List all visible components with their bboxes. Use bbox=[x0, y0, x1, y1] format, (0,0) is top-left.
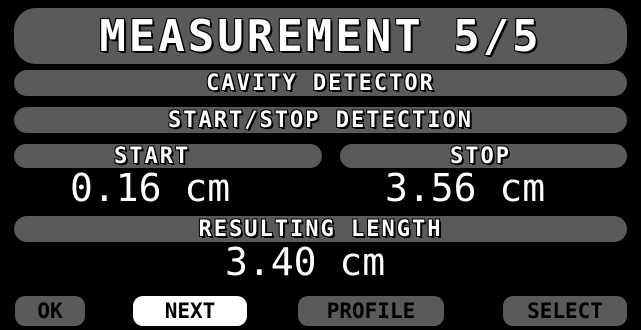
start-value: 0.16 cm bbox=[70, 166, 231, 210]
screen-title-bar: MEASUREMENT 5/5 bbox=[14, 8, 627, 64]
detector-type-bar: CAVITY DETECTOR bbox=[14, 70, 627, 96]
stop-label: STOP bbox=[450, 143, 511, 169]
result-label: RESULTING LENGTH bbox=[198, 216, 443, 242]
select-button-label: SELECT bbox=[527, 299, 603, 323]
select-button[interactable]: SELECT bbox=[503, 296, 627, 326]
next-button-label: NEXT bbox=[164, 299, 216, 323]
start-header-bar: START bbox=[14, 143, 322, 169]
result-header-bar: RESULTING LENGTH bbox=[14, 216, 627, 242]
profile-button-label: PROFILE bbox=[326, 299, 416, 323]
ok-button-label: OK bbox=[37, 299, 63, 323]
stop-header-bar: STOP bbox=[340, 143, 627, 169]
detector-type-label: CAVITY DETECTOR bbox=[206, 70, 435, 96]
result-value: 3.40 cm bbox=[225, 240, 386, 284]
ok-button[interactable]: OK bbox=[15, 296, 85, 326]
next-button[interactable]: NEXT bbox=[133, 296, 247, 326]
detection-mode-bar: START/STOP DETECTION bbox=[14, 107, 627, 133]
screen-title: MEASUREMENT 5/5 bbox=[99, 10, 542, 62]
stop-value: 3.56 cm bbox=[385, 166, 546, 210]
start-label: START bbox=[114, 143, 191, 169]
profile-button[interactable]: PROFILE bbox=[298, 296, 444, 326]
detection-mode-label: START/STOP DETECTION bbox=[168, 107, 473, 133]
